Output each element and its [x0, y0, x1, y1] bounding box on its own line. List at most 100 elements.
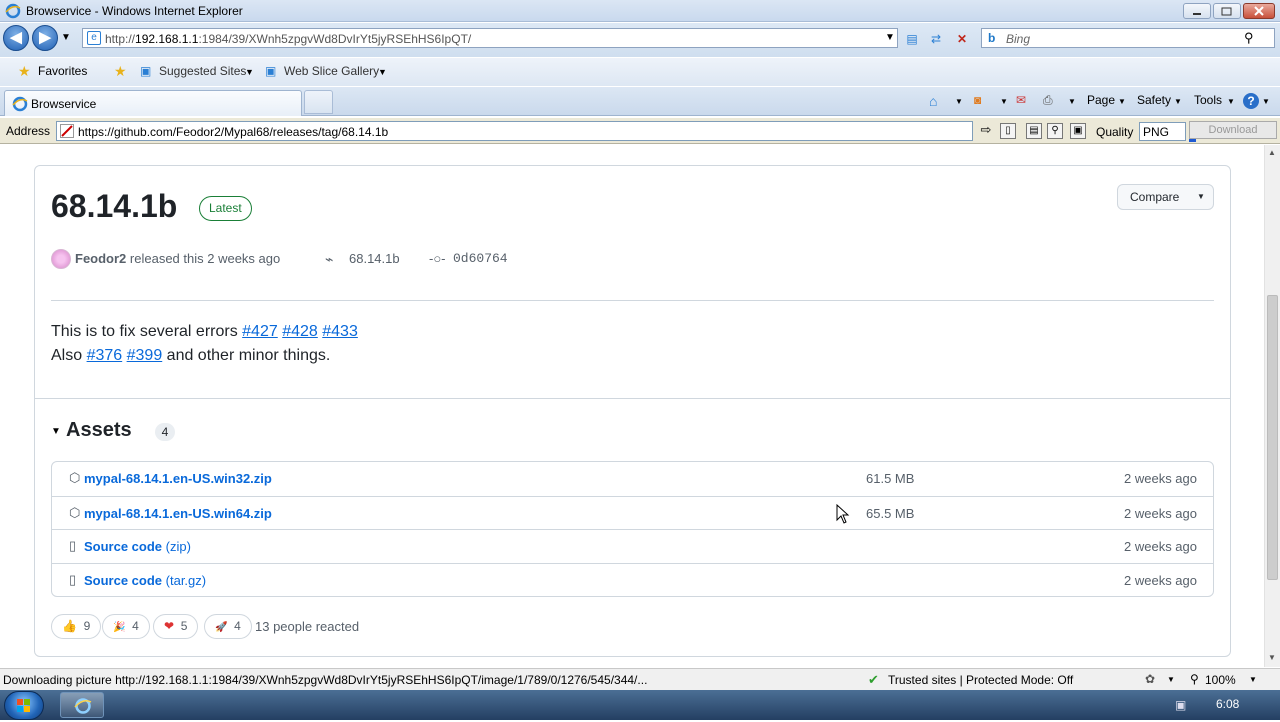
scroll-down-icon[interactable]: ▼ — [1268, 653, 1276, 662]
help-dropdown-icon[interactable]: ▼ — [1262, 97, 1270, 106]
list-item: ⬡ mypal-68.14.1.en-US.win32.zip 61.5 MB … — [52, 462, 1213, 496]
tag-icon: ⌁ — [325, 251, 334, 267]
avatar[interactable] — [51, 249, 71, 269]
asset-link[interactable]: Source code (zip) — [84, 539, 191, 554]
go-icon[interactable]: ⇨ — [978, 123, 994, 139]
tab-favicon-icon — [12, 96, 28, 115]
asset-size: 65.5 MB — [866, 506, 915, 521]
url-dropdown-icon[interactable]: ▼ — [885, 32, 895, 43]
start-button[interactable] — [4, 691, 44, 720]
safety-menu-dropdown-icon[interactable]: ▼ — [1174, 97, 1182, 106]
compare-button[interactable]: Compare ▼ — [1117, 184, 1214, 210]
home-icon[interactable]: ⌂ — [929, 93, 937, 109]
security-zone[interactable]: Trusted sites | Protected Mode: Off — [888, 673, 1073, 687]
restore-button[interactable] — [1213, 3, 1241, 19]
search-icon[interactable]: ⚲ — [1244, 30, 1254, 46]
taskbar-clock[interactable]: 6:08 — [1216, 697, 1239, 711]
forward-button[interactable]: ▶ — [32, 25, 58, 51]
clipboard-icon[interactable]: ▣ — [1070, 123, 1086, 139]
print-dropdown-icon[interactable]: ▼ — [1068, 97, 1076, 106]
safety-menu[interactable]: Safety — [1137, 93, 1171, 107]
release-version[interactable]: 68.14.1b — [51, 188, 177, 225]
compare-label: Compare — [1130, 190, 1180, 204]
list-item: ▯ Source code (tar.gz) 2 weeks ago — [52, 563, 1213, 597]
address-url: https://github.com/Feodor2/Mypal68/relea… — [78, 125, 389, 139]
bing-icon: b — [988, 31, 996, 45]
asset-link[interactable]: mypal-68.14.1.en-US.win64.zip — [84, 506, 272, 521]
web-slice-gallery-link[interactable]: Web Slice Gallery — [284, 64, 379, 78]
quality-select[interactable]: PNG — [1139, 122, 1186, 141]
release-commit[interactable]: 0d60764 — [453, 251, 508, 266]
reaction-thumbs-up[interactable]: 👍 9 — [51, 614, 102, 639]
feeds-icon[interactable]: ◙ — [974, 93, 981, 107]
list-item: ⬡ mypal-68.14.1.en-US.win64.zip 65.5 MB … — [52, 496, 1213, 530]
asset-date: 2 weeks ago — [1124, 506, 1197, 521]
recent-pages-dropdown-icon[interactable]: ▼ — [61, 32, 71, 43]
view-source-icon[interactable]: ▤ — [1026, 123, 1042, 139]
divider — [35, 398, 1230, 399]
scroll-up-icon[interactable]: ▲ — [1268, 148, 1276, 157]
issue-link-427[interactable]: #427 — [242, 323, 278, 340]
web-slice-dropdown-icon[interactable]: ▼ — [378, 67, 387, 77]
issue-link-376[interactable]: #376 — [87, 347, 123, 364]
compare-dropdown-icon: ▼ — [1197, 192, 1205, 201]
assets-heading[interactable]: Assets — [66, 419, 132, 442]
tools-menu[interactable]: Tools — [1194, 93, 1222, 107]
page-icon: e — [87, 31, 101, 45]
url-rest: :1984/39/XWnh5zpgvWd8DvIrYt5jyRSEhHS6IpQ… — [198, 32, 472, 46]
asset-date: 2 weeks ago — [1124, 471, 1197, 486]
suggested-sites-dropdown-icon[interactable]: ▼ — [245, 67, 254, 77]
tray-network-icon[interactable]: ▣ — [1175, 698, 1186, 712]
zoom-dropdown-icon[interactable]: ▼ — [1249, 675, 1257, 684]
favorites-bar: ★ Favorites ★ ▣ Suggested Sites ▼ ▣ Web … — [0, 58, 1280, 86]
release-author[interactable]: Feodor2 — [75, 251, 126, 266]
taskbar-ie-button[interactable] — [60, 692, 104, 718]
home-dropdown-icon[interactable]: ▼ — [955, 97, 963, 106]
page-menu-dropdown-icon[interactable]: ▼ — [1118, 97, 1126, 106]
zone-dropdown-icon[interactable]: ▼ — [1167, 675, 1175, 684]
reaction-heart[interactable]: ❤ 5 — [153, 614, 199, 639]
read-mail-icon[interactable]: ✉ — [1016, 93, 1026, 107]
latest-badge: Latest — [199, 196, 252, 221]
close-window-button[interactable] — [1243, 3, 1275, 19]
notes-line2-suffix: and other minor things. — [162, 347, 331, 364]
minimize-button[interactable] — [1183, 3, 1211, 19]
suggested-sites-link[interactable]: Suggested Sites — [159, 64, 246, 78]
stop-icon[interactable]: ✕ — [954, 31, 970, 47]
search-box[interactable]: b Bing ⚲ — [981, 28, 1275, 48]
protected-mode-icon[interactable]: ✿ — [1145, 672, 1155, 686]
compatibility-view-icon[interactable]: ▤ — [904, 31, 920, 47]
reaction-hooray[interactable]: 🎉 4 — [102, 614, 150, 639]
tools-menu-dropdown-icon[interactable]: ▼ — [1227, 97, 1235, 106]
release-tag[interactable]: 68.14.1b — [349, 251, 400, 266]
tab-browservice[interactable]: Browservice — [4, 90, 302, 116]
issue-link-433[interactable]: #433 — [322, 323, 358, 340]
issue-link-428[interactable]: #428 — [282, 323, 318, 340]
url-box[interactable]: e http://192.168.1.1:1984/39/XWnh5zpgvWd… — [82, 28, 898, 48]
find-icon[interactable]: ⚲ — [1047, 123, 1063, 139]
page-menu[interactable]: Page — [1087, 93, 1115, 107]
asset-link[interactable]: Source code (tar.gz) — [84, 573, 206, 588]
back-button[interactable]: ◀ — [3, 25, 29, 51]
suggested-sites-icon: ▣ — [140, 64, 152, 78]
refresh-icon[interactable]: ⇄ — [928, 31, 944, 47]
asset-link[interactable]: mypal-68.14.1.en-US.win32.zip — [84, 471, 272, 486]
bookmark-icon[interactable]: ▯ — [1000, 123, 1016, 139]
help-icon[interactable]: ? — [1243, 93, 1259, 109]
print-icon[interactable]: ⎙ — [1043, 93, 1053, 108]
checkmark-icon: ✔ — [868, 672, 879, 687]
reaction-rocket[interactable]: 🚀 4 — [204, 614, 252, 639]
security-warning-icon — [60, 124, 74, 138]
new-tab-button[interactable] — [304, 90, 333, 114]
download-button[interactable]: Download — [1189, 121, 1277, 139]
favorites-button[interactable]: Favorites — [38, 64, 87, 78]
release-time: released this 2 weeks ago — [129, 251, 281, 266]
feeds-dropdown-icon[interactable]: ▼ — [1000, 97, 1008, 106]
assets-toggle-icon[interactable]: ▼ — [51, 426, 61, 437]
issue-link-399[interactable]: #399 — [127, 347, 163, 364]
add-to-favorites-icon[interactable]: ★ — [114, 63, 127, 80]
scrollbar-thumb[interactable] — [1267, 295, 1278, 580]
search-placeholder: Bing — [1006, 32, 1031, 46]
zoom-level[interactable]: 100% — [1205, 673, 1236, 687]
vertical-scrollbar[interactable]: ▲ ▼ — [1264, 145, 1280, 667]
